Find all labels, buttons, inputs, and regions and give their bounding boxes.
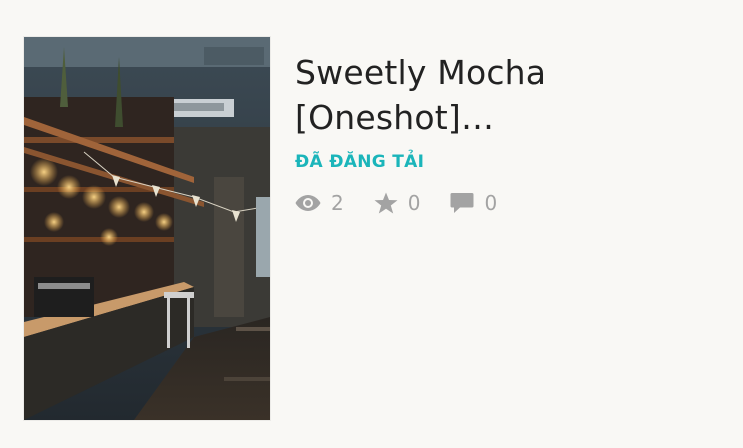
story-card[interactable]: Sweetly Mocha [Oneshot] [Wooseob/Jinseob… (0, 0, 743, 448)
star-icon (374, 192, 398, 214)
votes-stat: 0 (374, 189, 421, 217)
views-stat: 2 (295, 189, 344, 217)
eye-icon (295, 194, 321, 212)
publish-status-label: ĐÃ ĐĂNG TẢI (295, 152, 425, 172)
comments-count: 0 (484, 191, 498, 215)
story-title[interactable]: Sweetly Mocha [Oneshot] [Wooseob/Jinseob… (295, 50, 720, 140)
votes-count: 0 (407, 191, 421, 215)
story-info: Sweetly Mocha [Oneshot] [Wooseob/Jinseob… (295, 50, 725, 217)
story-stats: 2 0 0 (295, 189, 725, 217)
story-cover-image[interactable] (24, 37, 270, 420)
comment-icon (450, 192, 474, 214)
cafe-interior-photo (24, 37, 270, 420)
views-count: 2 (331, 191, 344, 215)
comments-stat: 0 (450, 189, 497, 217)
